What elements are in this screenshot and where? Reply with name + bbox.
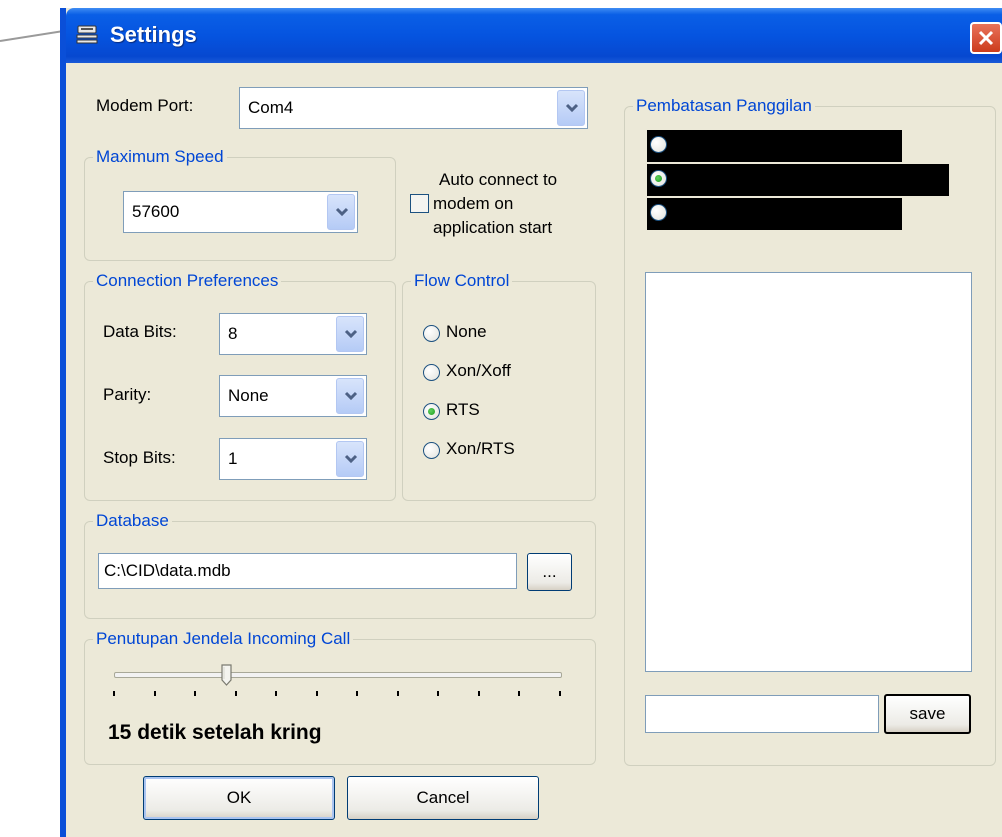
stop-bits-value: 1	[228, 449, 238, 468]
slider-tick	[437, 691, 440, 696]
database-browse-button[interactable]: ...	[527, 553, 572, 591]
auto-connect-label: Auto connect to	[439, 168, 557, 192]
radio-selected-dot	[655, 175, 662, 182]
maximum-speed-dropdown-button[interactable]	[327, 194, 355, 230]
slider-tick	[477, 691, 480, 696]
flow-control-group: Flow Control	[402, 271, 596, 501]
save-button[interactable]: save	[884, 694, 971, 734]
pembatasan-list[interactable]	[645, 272, 972, 672]
slider-tick	[275, 691, 278, 696]
ok-button-label: OK	[226, 788, 252, 807]
close-button[interactable]	[970, 22, 1002, 54]
incoming-call-title: Penutupan Jendela Incoming Call	[93, 629, 354, 649]
flow-control-option-label: Xon/Xoff	[446, 361, 511, 380]
chevron-down-icon	[344, 329, 358, 339]
data-bits-value: 8	[228, 324, 238, 343]
parity-select[interactable]: None	[219, 375, 367, 417]
flow-control-radio[interactable]	[423, 442, 440, 459]
data-bits-dropdown-button[interactable]	[336, 316, 364, 352]
connection-preferences-title: Connection Preferences	[93, 271, 282, 291]
cancel-button-label: Cancel	[416, 788, 470, 807]
pembatasan-radio[interactable]	[650, 136, 667, 153]
chevron-down-icon	[565, 103, 579, 113]
incoming-call-group: Penutupan Jendela Incoming Call	[84, 629, 596, 765]
flow-control-radio[interactable]	[423, 325, 440, 342]
modem-icon	[76, 25, 98, 44]
slider-tick	[518, 691, 521, 696]
ok-button[interactable]: OK	[143, 776, 335, 820]
stop-bits-label: Stop Bits:	[103, 448, 176, 467]
maximum-speed-value: 57600	[132, 202, 180, 221]
flow-control-option-label: Xon/RTS	[446, 439, 515, 458]
auto-connect-line-1: Auto connect to	[439, 170, 558, 189]
window-title: Settings	[110, 22, 197, 47]
modem-port-select[interactable]: Com4	[239, 87, 588, 129]
flow-control-radio[interactable]	[423, 364, 440, 381]
chevron-down-icon	[344, 391, 358, 401]
data-bits-select[interactable]: 8	[219, 313, 367, 355]
modem-port-value: Com4	[248, 98, 294, 117]
auto-connect-checkbox[interactable]	[410, 194, 429, 213]
radio-selected-dot	[428, 408, 435, 415]
browse-button-label: ...	[542, 562, 557, 581]
slider-tick	[153, 691, 156, 696]
parity-label: Parity:	[103, 385, 152, 404]
cancel-button[interactable]: Cancel	[347, 776, 539, 820]
save-button-label: save	[909, 704, 946, 723]
flow-control-title: Flow Control	[411, 271, 513, 291]
slider-tick	[356, 691, 359, 696]
slider-tick	[194, 691, 197, 696]
redacted-option-label	[647, 130, 902, 162]
incoming-call-slider-thumb[interactable]	[220, 664, 232, 686]
database-path-value: C:\CID\data.mdb	[104, 561, 231, 580]
flow-control-option-label: RTS	[446, 400, 480, 419]
chevron-down-icon	[335, 207, 349, 217]
title-bar[interactable]: Settings	[66, 8, 1002, 63]
parity-value: None	[228, 386, 269, 405]
flow-control-radio[interactable]	[423, 403, 440, 420]
database-title: Database	[93, 511, 172, 531]
pembatasan-radio[interactable]	[650, 204, 667, 221]
pembatasan-number-input[interactable]	[645, 695, 879, 733]
stop-bits-dropdown-button[interactable]	[336, 441, 364, 477]
data-bits-label: Data Bits:	[103, 322, 177, 341]
slider-tick	[559, 691, 561, 696]
pembatasan-panggilan-title: Pembatasan Panggilan	[633, 96, 815, 116]
maximum-speed-title: Maximum Speed	[93, 147, 227, 167]
incoming-call-status: 15 detik setelah kring	[108, 721, 322, 744]
stop-bits-select[interactable]: 1	[219, 438, 367, 480]
modem-port-label: Modem Port:	[96, 96, 194, 115]
settings-dialog: Settings Modem Port: Com4 Maximum Speed …	[60, 8, 1002, 837]
auto-connect-line-3: application start	[433, 218, 553, 237]
parity-dropdown-button[interactable]	[336, 378, 364, 414]
incoming-call-slider-track[interactable]	[114, 672, 562, 678]
redacted-option-label	[647, 164, 949, 196]
maximum-speed-select[interactable]: 57600	[123, 191, 358, 233]
redacted-option-label	[647, 198, 902, 230]
chevron-down-icon	[344, 454, 358, 464]
database-path-input[interactable]: C:\CID\data.mdb	[98, 553, 517, 589]
slider-tick	[315, 691, 318, 696]
slider-tick	[234, 691, 237, 696]
slider-tick	[113, 691, 115, 696]
slider-tick	[396, 691, 399, 696]
close-icon	[978, 30, 994, 46]
flow-control-option-label: None	[446, 322, 487, 341]
pembatasan-radio[interactable]	[650, 170, 667, 187]
modem-port-dropdown-button[interactable]	[557, 90, 585, 126]
auto-connect-line-2: modem on	[433, 194, 514, 213]
